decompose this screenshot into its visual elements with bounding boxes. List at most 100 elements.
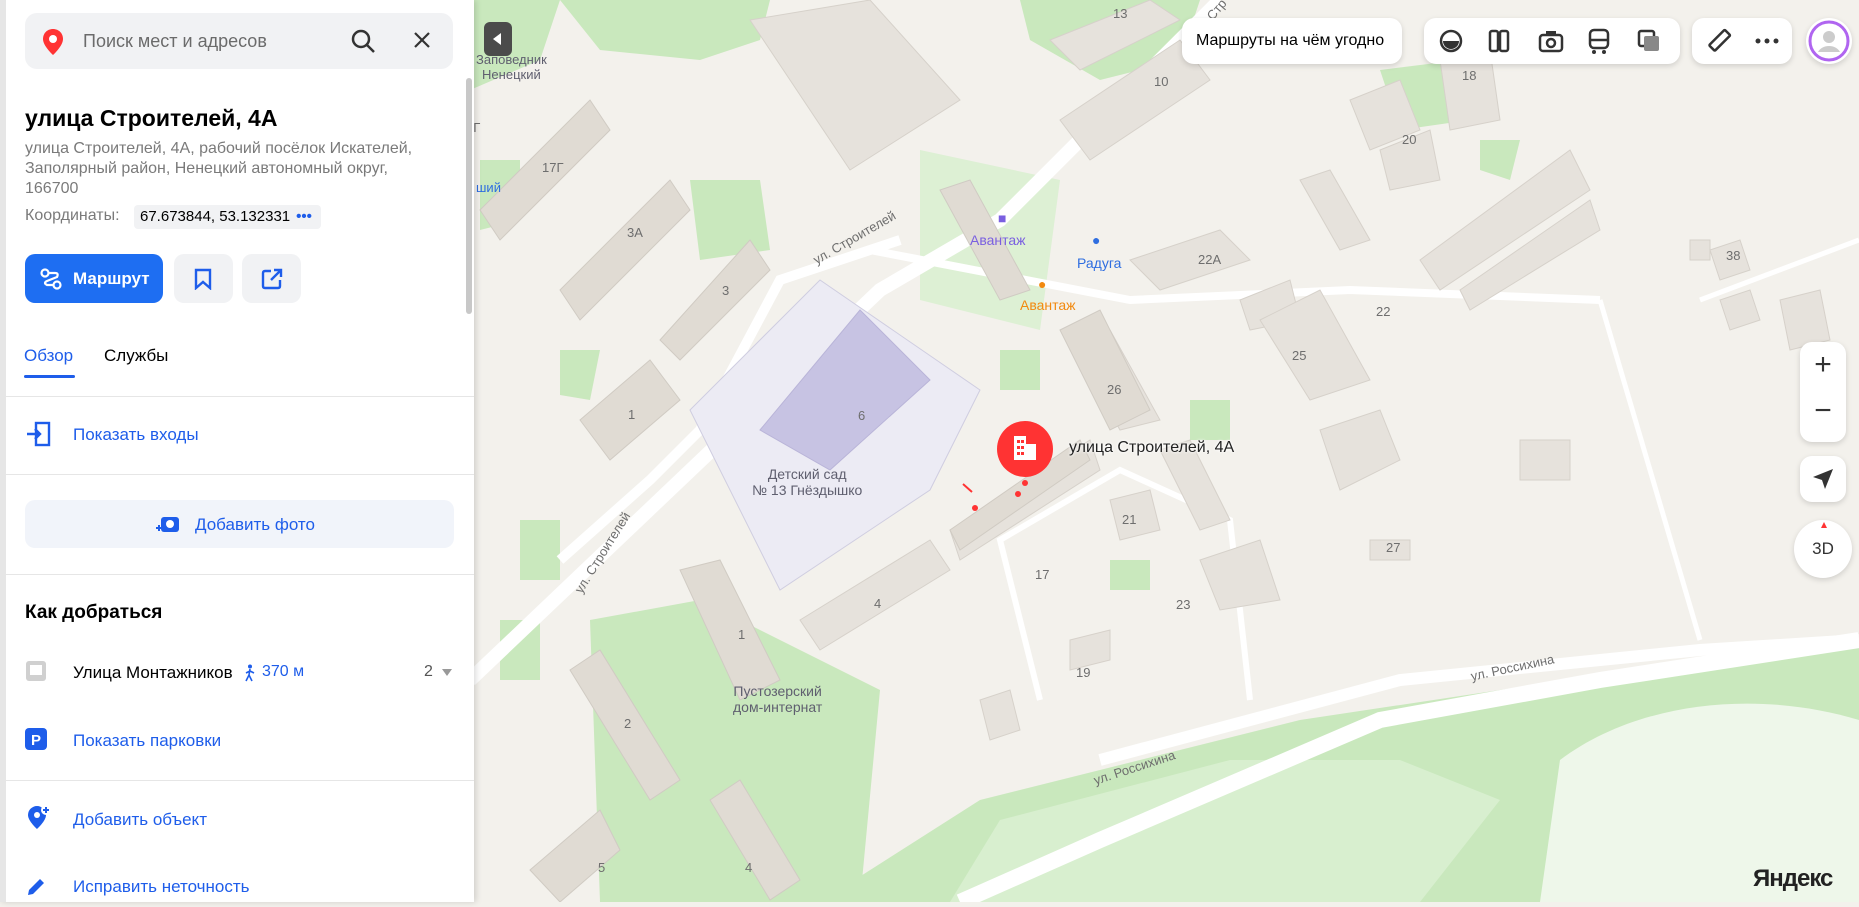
divider <box>6 574 474 575</box>
location-arrow-icon <box>1813 469 1833 489</box>
bookmark-button[interactable] <box>174 254 233 303</box>
route-icon <box>40 268 62 290</box>
marker-label: улица Строителей, 4А <box>1069 439 1235 456</box>
house-number: 2 <box>624 716 632 731</box>
poi-hotel-label[interactable]: Авантаж <box>970 232 1026 248</box>
parking-icon: P <box>25 728 47 750</box>
svg-text:P: P <box>31 732 41 749</box>
poi-cafe-label[interactable]: Авантаж <box>1020 297 1076 313</box>
route-button[interactable]: Маршрут <box>25 254 163 303</box>
search-input[interactable]: Поиск мест и адресов <box>83 31 267 52</box>
route-label: Маршрут <box>73 269 150 288</box>
shop-icon[interactable]: ● <box>1092 232 1100 248</box>
more-icon[interactable] <box>1754 28 1780 54</box>
entrance-markers <box>962 480 1028 511</box>
panorama-layer-icon[interactable] <box>1438 28 1464 54</box>
house-number: 26 <box>1107 382 1122 397</box>
zoom-out-button[interactable]: − <box>1800 394 1846 428</box>
house-number: 10 <box>1154 74 1169 89</box>
divider <box>6 396 474 397</box>
zoom-control: + − <box>1800 342 1846 442</box>
bookmark-icon <box>194 268 212 290</box>
transport-layer-icon[interactable] <box>1586 28 1612 54</box>
house-number: 3 <box>722 283 730 298</box>
logo-text: Яндекс <box>1753 865 1833 892</box>
tab-indicator <box>24 375 75 378</box>
show-entrances-link[interactable]: Показать входы <box>73 425 199 445</box>
close-icon[interactable] <box>413 31 431 49</box>
search-box[interactable]: Поиск мест и адресов <box>25 13 453 69</box>
share-button[interactable] <box>242 254 301 303</box>
add-object-link[interactable]: Добавить объект <box>73 810 207 830</box>
geolocation-button[interactable] <box>1800 456 1846 502</box>
poi-home-label[interactable]: Пустозерский дом-интернат <box>733 683 822 715</box>
walk-icon <box>245 664 255 682</box>
panel-edge <box>0 0 6 902</box>
coords-box[interactable]: 67.673844, 53.132331 ••• <box>134 205 321 229</box>
place-panel: Поиск мест и адресов улица Строителей, 4… <box>0 0 474 902</box>
add-photo-label: Добавить фото <box>195 515 315 534</box>
yandex-logo[interactable]: Яндекс <box>1753 865 1833 893</box>
house-number: 19 <box>1076 665 1091 680</box>
zoom-in-button[interactable]: + <box>1800 348 1846 382</box>
transit-stop-icon <box>26 661 46 681</box>
house-number: 25 <box>1292 348 1307 363</box>
house-number: 1 <box>628 407 636 422</box>
layers-toolbar <box>1424 18 1680 64</box>
how-to-get-heading: Как добраться <box>25 602 163 623</box>
chevron-down-icon[interactable] <box>442 669 452 677</box>
house-number: 6 <box>858 408 866 423</box>
poi-shop-label[interactable]: Радуга <box>1077 255 1121 271</box>
traffic-layer-icon[interactable] <box>1486 28 1512 54</box>
fix-error-link[interactable]: Исправить неточность <box>73 877 250 897</box>
photo-layer-icon[interactable] <box>1538 28 1564 54</box>
routes-count[interactable]: 2 <box>424 663 433 681</box>
house-number: 27 <box>1386 540 1401 555</box>
tab-services[interactable]: Службы <box>104 346 168 366</box>
house-number: 22А <box>1198 252 1222 267</box>
coords-label: Координаты: <box>25 207 120 224</box>
3d-label: 3D <box>1812 539 1834 558</box>
compass-north-icon <box>1821 522 1827 528</box>
house-number: 17 <box>1035 567 1050 582</box>
tools-toolbar <box>1692 18 1792 64</box>
poi-reserve-label[interactable]: Заповедник Ненецкий <box>476 52 547 82</box>
tab-overview[interactable]: Обзор <box>24 346 73 366</box>
stop-name[interactable]: Улица Монтажников <box>73 663 233 683</box>
chevron-left-icon <box>493 33 501 45</box>
coords-value[interactable]: 67.673844, 53.132331 <box>140 208 290 225</box>
show-parking-link[interactable]: Показать парковки <box>73 731 221 751</box>
divider <box>6 780 474 781</box>
search-icon[interactable] <box>351 29 375 53</box>
coords-more-icon[interactable]: ••• <box>296 208 312 225</box>
hotel-icon[interactable]: ■ <box>998 210 1006 226</box>
add-object-icon <box>28 805 51 829</box>
house-number: 18 <box>1462 68 1477 83</box>
routes-anything-label: Маршруты на чём угодно <box>1196 32 1385 49</box>
house-number: 17Г <box>542 160 564 175</box>
user-avatar[interactable] <box>1806 18 1852 64</box>
routes-anything-button[interactable]: Маршруты на чём угодно <box>1182 18 1402 64</box>
house-number: 23 <box>1176 597 1191 612</box>
edit-icon <box>28 879 44 895</box>
house-number: 5 <box>598 860 606 875</box>
add-photo-button[interactable]: Добавить фото <box>25 500 454 548</box>
cafe-icon[interactable]: ● <box>1038 276 1046 292</box>
panel-scrollbar[interactable] <box>466 78 472 314</box>
house-number: 3А <box>627 225 643 240</box>
poi-kindergarten-label[interactable]: Детский сад № 13 Гнёздышко <box>752 466 862 498</box>
map-pin-icon <box>43 29 63 55</box>
layers-icon[interactable] <box>1636 28 1662 54</box>
3d-button[interactable]: 3D <box>1794 520 1852 578</box>
selected-place-marker[interactable] <box>996 420 1054 482</box>
house-number: 22 <box>1376 304 1391 319</box>
entrance-icon <box>27 421 51 447</box>
house-number: 13 <box>1113 6 1128 21</box>
walk-distance: 370 м <box>262 663 305 680</box>
collapse-panel-button[interactable] <box>484 22 512 56</box>
poi-other-label[interactable]: ший <box>476 180 501 195</box>
divider <box>6 474 474 475</box>
house-number: 1 <box>738 627 746 642</box>
ruler-icon[interactable] <box>1706 28 1732 54</box>
house-number: 4 <box>745 860 753 875</box>
